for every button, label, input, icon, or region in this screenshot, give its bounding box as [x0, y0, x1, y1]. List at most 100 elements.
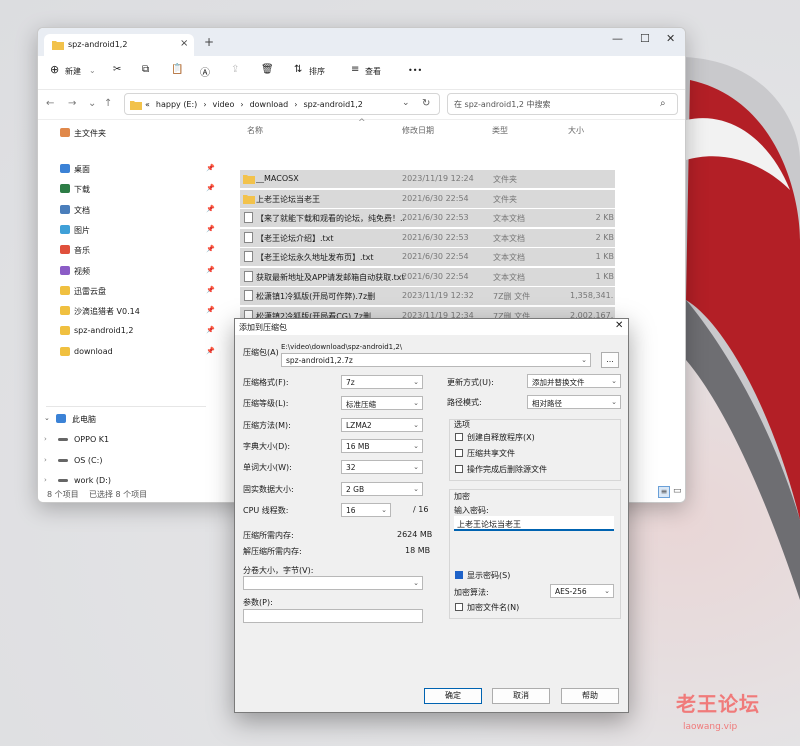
- search-box[interactable]: 在 spz-android1,2 中搜索 ⌕: [447, 93, 678, 115]
- chevron-right-icon: ›: [44, 455, 47, 464]
- column-header-date[interactable]: 修改日期: [402, 125, 434, 136]
- sidebar-item[interactable]: 下载 📌: [56, 180, 216, 198]
- pin-icon[interactable]: 📌: [206, 225, 215, 233]
- breadcrumb-segment[interactable]: download: [250, 100, 289, 109]
- setting-combo[interactable]: LZMA2 ⌄: [341, 417, 423, 432]
- cut-icon[interactable]: ✂: [113, 64, 121, 75]
- show-password-checkbox[interactable]: [455, 571, 463, 579]
- explorer-tab[interactable]: spz-android1,2 ×: [44, 34, 194, 56]
- tiles-view-icon[interactable]: ▭: [673, 486, 682, 496]
- details-view-icon[interactable]: ≡: [658, 486, 670, 498]
- algorithm-combo[interactable]: AES-256 ⌄: [550, 584, 614, 598]
- sidebar-item[interactable]: 音乐 📌: [56, 241, 216, 259]
- chevron-right-icon[interactable]: ›: [294, 100, 297, 109]
- new-tab-button[interactable]: +: [204, 35, 214, 49]
- cancel-button[interactable]: 取消: [492, 688, 550, 704]
- password-input[interactable]: 上老王论坛当老王: [454, 516, 614, 531]
- close-tab-icon[interactable]: ×: [180, 38, 188, 49]
- rename-icon[interactable]: Ⓐ: [200, 64, 210, 79]
- maximize-icon[interactable]: ☐: [640, 32, 650, 45]
- back-arrow-icon[interactable]: ←: [46, 98, 54, 109]
- chevron-right-icon[interactable]: ›: [203, 100, 206, 109]
- view-button[interactable]: 查看: [365, 66, 381, 77]
- breadcrumb-segment[interactable]: happy (E:): [156, 100, 197, 109]
- sidebar-item[interactable]: 桌面 📌: [56, 160, 216, 178]
- file-row[interactable]: 【老王论坛介绍】.txt 2021/6/30 22:53 文本文档 2 KB: [240, 228, 615, 247]
- setting-combo[interactable]: 标准压缩 ⌄: [341, 396, 423, 411]
- copy-icon[interactable]: ⧉: [142, 64, 149, 75]
- sidebar-item[interactable]: 文档 📌: [56, 201, 216, 219]
- pin-icon[interactable]: 📌: [206, 164, 215, 172]
- setting-combo[interactable]: 2 GB ⌄: [341, 481, 423, 496]
- setting-combo[interactable]: 32 ⌄: [341, 460, 423, 475]
- address-bar[interactable]: « happy (E:) › video › download › spz-android1,…: [124, 93, 440, 115]
- sidebar-item[interactable]: 迅雷云盘 📌: [56, 282, 216, 300]
- help-button[interactable]: 帮助: [561, 688, 619, 704]
- breadcrumb-segment[interactable]: video: [213, 100, 235, 109]
- more-button[interactable]: •••: [408, 66, 422, 75]
- refresh-icon[interactable]: ↻: [422, 98, 430, 109]
- pin-icon[interactable]: 📌: [206, 266, 215, 274]
- column-header-name[interactable]: 名称: [247, 125, 263, 136]
- pin-icon[interactable]: 📌: [206, 326, 215, 334]
- pin-icon[interactable]: 📌: [206, 245, 215, 253]
- column-header-size[interactable]: 大小: [568, 125, 584, 136]
- close-window-icon[interactable]: ✕: [666, 32, 675, 45]
- option-checkbox[interactable]: [455, 465, 463, 473]
- breadcrumb-segment[interactable]: spz-android1,2: [303, 100, 362, 109]
- option-checkbox[interactable]: [455, 449, 463, 457]
- chevron-down-icon[interactable]: ⌄: [402, 98, 410, 108]
- file-row[interactable]: 上老王论坛当老王 2021/6/30 22:54 文件夹: [240, 189, 615, 208]
- path-mode-combo[interactable]: 相对路径 ⌄: [527, 395, 621, 409]
- sidebar-item-label: 视频: [74, 266, 90, 276]
- paste-icon[interactable]: 📋: [171, 64, 183, 75]
- pin-icon[interactable]: 📌: [206, 184, 215, 192]
- update-mode-combo[interactable]: 添加并替换文件 ⌄: [527, 374, 621, 388]
- search-icon[interactable]: ⌕: [660, 98, 666, 109]
- minimize-icon[interactable]: —: [612, 32, 623, 45]
- option-checkbox[interactable]: [455, 433, 463, 441]
- sidebar-item-drive[interactable]: › OPPO K1: [44, 431, 204, 449]
- sidebar-item-drive[interactable]: › OS (C:): [44, 452, 204, 470]
- sidebar-item-this-pc[interactable]: ⌄ 此电脑: [44, 410, 204, 428]
- sidebar-item[interactable]: 视频 📌: [56, 262, 216, 280]
- file-type: 文本文档: [493, 214, 525, 223]
- forward-arrow-icon[interactable]: →: [68, 98, 76, 109]
- delete-icon[interactable]: 🗑: [261, 64, 274, 75]
- file-row[interactable]: 获取最新地址及APP请发邮箱自动获取.txt 2021/6/30 22:54 文…: [240, 267, 615, 286]
- chevron-down-icon[interactable]: ⌄: [88, 98, 96, 109]
- encrypt-filenames-checkbox[interactable]: [455, 603, 463, 611]
- pin-icon[interactable]: 📌: [206, 286, 215, 294]
- file-row[interactable]: __MACOSX 2023/11/19 12:24 文件夹: [240, 170, 615, 188]
- file-row[interactable]: 松潇镇1冷狐版(开局可作弊).7z删 2023/11/19 12:32 7Z删 …: [240, 287, 615, 305]
- new-button[interactable]: 新建: [65, 66, 81, 77]
- file-name: 【老王论坛永久地址发布页】.txt: [256, 253, 374, 262]
- split-size-combo[interactable]: ⌄: [243, 576, 423, 590]
- sidebar-item-home[interactable]: 主文件夹: [56, 124, 216, 142]
- parameters-input[interactable]: [243, 609, 423, 623]
- sidebar-item[interactable]: 图片 📌: [56, 221, 216, 239]
- archive-name-combo[interactable]: spz-android1,2.7z ⌄: [281, 353, 591, 367]
- setting-combo[interactable]: 7z ⌄: [341, 375, 423, 389]
- file-size: 2 KB: [595, 213, 614, 222]
- file-row[interactable]: 【来了就能下载和观看的论坛，纯免费！... 2021/6/30 22:53 文本…: [240, 209, 615, 227]
- search-input[interactable]: 在 spz-android1,2 中搜索: [454, 99, 551, 110]
- cpu-threads-combo[interactable]: 16 ⌄: [341, 503, 391, 517]
- file-row[interactable]: 【老王论坛永久地址发布页】.txt 2021/6/30 22:54 文本文档 1…: [240, 248, 615, 266]
- ok-button[interactable]: 确定: [424, 688, 482, 704]
- browse-button[interactable]: ...: [601, 352, 619, 368]
- column-header-type[interactable]: 类型: [492, 125, 508, 136]
- share-icon[interactable]: ⇪: [231, 64, 239, 75]
- close-icon[interactable]: ✕: [615, 320, 623, 331]
- pin-icon[interactable]: 📌: [206, 306, 215, 314]
- up-arrow-icon[interactable]: ↑: [104, 98, 112, 109]
- pin-icon[interactable]: 📌: [206, 205, 215, 213]
- sidebar-item[interactable]: spz-android1,2 📌: [56, 322, 216, 340]
- pin-icon[interactable]: 📌: [206, 347, 215, 355]
- chevron-right-icon[interactable]: ›: [240, 100, 243, 109]
- setting-combo[interactable]: 16 MB ⌄: [341, 438, 423, 453]
- sort-button[interactable]: 排序: [309, 66, 325, 77]
- chevron-right-icon[interactable]: «: [145, 100, 150, 109]
- sidebar-item[interactable]: 沙滴追猎者 V0.14 📌: [56, 302, 216, 320]
- sidebar-item[interactable]: download 📌: [56, 343, 216, 361]
